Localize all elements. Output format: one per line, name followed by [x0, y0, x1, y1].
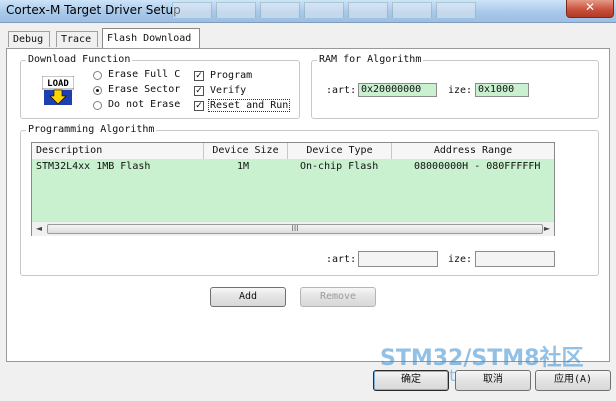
- erase-full-chip-label: Erase Full C: [108, 69, 181, 80]
- column-device-size[interactable]: Device Size: [204, 143, 288, 159]
- add-button[interactable]: Add: [210, 287, 286, 307]
- verify-label: Verify: [210, 85, 247, 96]
- ghost-tab: [436, 2, 476, 18]
- ram-size-input[interactable]: 0x1000: [475, 83, 529, 97]
- load-icon: LOAD: [41, 75, 75, 106]
- ghost-tab: [348, 2, 388, 18]
- ram-size-label: ize:: [448, 85, 473, 96]
- ram-start-input[interactable]: 0x20000000: [358, 83, 437, 97]
- ghost-tab: [172, 2, 212, 18]
- background-tabs: [172, 2, 476, 18]
- scroll-left-icon[interactable]: ◄: [32, 222, 46, 236]
- algo-size-input[interactable]: [475, 251, 555, 267]
- do-not-erase-label: Do not Erase: [108, 99, 181, 110]
- programming-algorithm-label: Programming Algorithm: [26, 124, 157, 135]
- title-bar: Cortex-M Target Driver Setup ✕: [0, 0, 616, 23]
- tab-trace[interactable]: Trace: [56, 31, 98, 47]
- algo-start-input[interactable]: [358, 251, 438, 267]
- table-row[interactable]: STM32L4xx 1MB Flash 1M On-chip Flash 080…: [32, 159, 554, 221]
- scroll-right-icon[interactable]: ►: [540, 222, 554, 236]
- apply-button[interactable]: 应用(A): [535, 370, 611, 391]
- ram-label: RAM for Algorithm: [317, 54, 424, 65]
- column-device-type[interactable]: Device Type: [288, 143, 392, 159]
- column-address-range[interactable]: Address Range: [392, 143, 554, 159]
- list-header: Description Device Size Device Type Addr…: [32, 143, 554, 160]
- radio-erase-sector[interactable]: [93, 86, 102, 95]
- close-button[interactable]: ✕: [566, 0, 614, 18]
- algorithm-list[interactable]: Description Device Size Device Type Addr…: [31, 142, 555, 236]
- algo-start-label: :art:: [326, 254, 357, 265]
- checkbox-verify[interactable]: ✓: [194, 86, 204, 96]
- scroll-thumb[interactable]: III: [47, 224, 543, 234]
- row-size: 1M: [237, 161, 250, 172]
- ghost-tab: [392, 2, 432, 18]
- column-description[interactable]: Description: [32, 143, 204, 159]
- ghost-tab: [304, 2, 344, 18]
- row-type: On-chip Flash: [300, 161, 379, 172]
- ghost-tab: [260, 2, 300, 18]
- horizontal-scrollbar[interactable]: ◄ III ►: [32, 221, 554, 236]
- reset-and-run-label: Reset and Run: [208, 99, 291, 112]
- ram-start-label: :art:: [326, 85, 357, 96]
- radio-do-not-erase[interactable]: [93, 101, 102, 110]
- tab-flash-download[interactable]: Flash Download: [102, 28, 200, 48]
- ok-button[interactable]: 确定: [373, 370, 449, 391]
- erase-sector-label: Erase Sector: [108, 84, 181, 95]
- remove-button[interactable]: Remove: [300, 287, 376, 307]
- cancel-button[interactable]: 取消: [455, 370, 531, 391]
- radio-erase-full-chip[interactable]: [93, 71, 102, 80]
- program-label: Program: [210, 70, 253, 81]
- tab-debug[interactable]: Debug: [8, 31, 50, 47]
- algo-size-label: ize:: [448, 254, 473, 265]
- checkbox-program[interactable]: ✓: [194, 71, 204, 81]
- row-description: STM32L4xx 1MB Flash: [36, 161, 151, 172]
- row-address-range: 08000000H - 080FFFFFH: [414, 161, 541, 172]
- window-title: Cortex-M Target Driver Setup: [6, 3, 181, 17]
- checkbox-reset-and-run[interactable]: ✓: [194, 101, 204, 111]
- load-icon-text: LOAD: [47, 79, 69, 89]
- ghost-tab: [216, 2, 256, 18]
- download-function-label: Download Function: [26, 54, 133, 65]
